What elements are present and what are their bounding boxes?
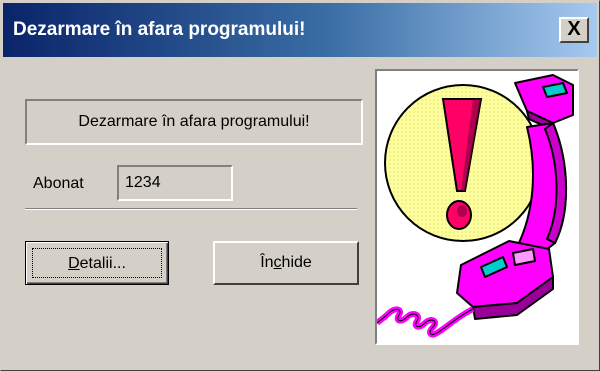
separator — [25, 208, 357, 210]
abonat-field[interactable]: 1234 — [117, 165, 233, 201]
title-bar[interactable]: Dezarmare în afara programului! X — [3, 3, 597, 57]
message-display: Dezarmare în afara programului! — [25, 99, 363, 145]
abonat-label: Abonat — [33, 175, 84, 192]
close-accel: c — [273, 254, 282, 271]
close-icon: X — [567, 18, 581, 40]
alarm-dialog: Dezarmare în afara programului! X Dezarm… — [0, 0, 600, 371]
alarm-phone-warning-icon — [377, 74, 574, 338]
details-label: etalii... — [79, 255, 126, 272]
close-window-button[interactable]: X — [559, 17, 589, 43]
close-label-start: În — [260, 254, 274, 271]
focus-rectangle: Detalii... — [32, 248, 162, 278]
window-title: Dezarmare în afara programului! — [13, 19, 306, 40]
details-accel: D — [68, 255, 80, 272]
close-label-end: hide — [281, 254, 312, 271]
details-button[interactable]: Detalii... — [25, 241, 169, 285]
close-button[interactable]: Închide — [213, 241, 359, 285]
alarm-picture-frame — [375, 69, 579, 345]
